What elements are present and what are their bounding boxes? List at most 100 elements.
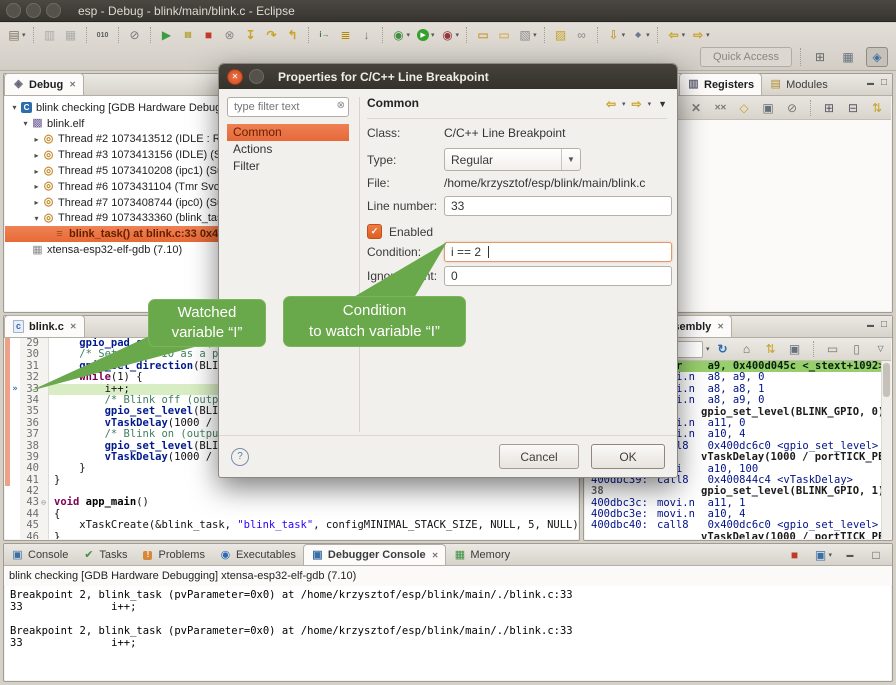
filter-input[interactable]: [227, 97, 349, 117]
scrollbar-thumb[interactable]: [883, 363, 890, 397]
open-perspective-button[interactable]: [810, 48, 830, 66]
location-dropdown-icon[interactable]: ▾: [706, 345, 710, 353]
skip-all-breakpoints-button[interactable]: [125, 26, 145, 44]
link-editor-button[interactable]: [572, 26, 592, 44]
fold-column[interactable]: [39, 384, 49, 395]
fold-column[interactable]: [39, 429, 49, 440]
view-menu-button[interactable]: [871, 340, 891, 358]
console-tab-executables[interactable]: Executables: [212, 545, 303, 565]
line-number-input[interactable]: [444, 196, 672, 216]
fold-column[interactable]: [39, 441, 49, 452]
view-menu-button[interactable]: [891, 99, 896, 117]
window-close-button[interactable]: [6, 3, 21, 18]
fold-marker-icon[interactable]: ⊖: [39, 497, 49, 508]
mark-occurrences-button[interactable]: [551, 26, 571, 44]
window-maximize-button[interactable]: [46, 3, 61, 18]
maximize-icon[interactable]: [881, 78, 887, 88]
minimize-button[interactable]: [840, 546, 860, 564]
ok-button[interactable]: OK: [591, 444, 665, 469]
forward-button[interactable]: ▾: [688, 26, 712, 44]
window-minimize-button[interactable]: [26, 3, 41, 18]
minimize-icon[interactable]: [867, 320, 874, 330]
new-wizard-button[interactable]: ▾: [4, 26, 28, 44]
resume-button[interactable]: [157, 26, 177, 44]
console-tab-debugger-console[interactable]: Debugger Console✕: [303, 544, 447, 565]
step-into-button[interactable]: [241, 26, 261, 44]
debug-tree-row[interactable]: blink_task() at blink.c:33 0x400db: [5, 226, 227, 242]
dialog-nav-actions[interactable]: Actions: [227, 141, 349, 158]
skip-all-breakpoints-button[interactable]: [782, 99, 802, 117]
use-step-filters-button[interactable]: [357, 26, 377, 44]
forward-dropdown-icon[interactable]: ▾: [648, 100, 652, 108]
fold-column[interactable]: [39, 475, 49, 486]
remove-all-button[interactable]: [710, 99, 730, 117]
ignore-count-input[interactable]: [444, 266, 672, 286]
forward-icon[interactable]: [629, 96, 645, 112]
instruction-stepping-button[interactable]: [315, 26, 335, 44]
debug-tree-row[interactable]: xtensa-esp32-elf-gdb (7.10): [5, 242, 227, 258]
help-button[interactable]: ?: [231, 448, 249, 466]
dialog-nav-common[interactable]: Common: [227, 124, 349, 141]
fold-column[interactable]: [39, 486, 49, 497]
tab-registers[interactable]: Registers: [679, 73, 762, 95]
suspend-button[interactable]: [178, 26, 198, 44]
fold-column[interactable]: [39, 532, 49, 539]
type-dropdown[interactable]: Regular ▼: [444, 148, 581, 171]
enabled-checkbox[interactable]: ✓: [367, 224, 382, 239]
fold-column[interactable]: [39, 406, 49, 417]
back-dropdown-icon[interactable]: ▾: [622, 100, 626, 108]
fold-column[interactable]: [39, 463, 49, 474]
debug-tree-row[interactable]: ▸Thread #7 1073408744 (ipc0) (Susp: [5, 195, 227, 211]
scrollbar[interactable]: [881, 361, 891, 539]
goto-file-button[interactable]: [758, 99, 778, 117]
step-return-button[interactable]: [283, 26, 303, 44]
dialog-window-button[interactable]: [249, 69, 264, 84]
tab-debug[interactable]: Debug ✕: [4, 73, 84, 95]
console-tab-problems[interactable]: Problems: [134, 545, 211, 565]
debug-tree-row[interactable]: ▸Thread #2 1073413512 (IDLE : Runn: [5, 132, 227, 148]
quick-access-box[interactable]: Quick Access: [700, 47, 792, 67]
close-icon[interactable]: ✕: [70, 322, 77, 331]
collapse-all-button[interactable]: [843, 99, 863, 117]
dialog-nav-filter[interactable]: Filter: [227, 158, 349, 175]
fold-column[interactable]: [39, 452, 49, 463]
cancel-button[interactable]: Cancel: [499, 444, 579, 469]
link-active-button[interactable]: [761, 340, 781, 358]
clear-filter-icon[interactable]: ⊗: [337, 100, 345, 111]
disconnect-button[interactable]: [220, 26, 240, 44]
debug-tree[interactable]: ▾blink checking [GDB Hardware Debugging]…: [5, 96, 227, 311]
console-tab-memory[interactable]: Memory: [446, 545, 517, 565]
fold-column[interactable]: [39, 395, 49, 406]
maximize-button[interactable]: [866, 546, 886, 564]
fold-column[interactable]: [39, 349, 49, 360]
cpp-perspective-button[interactable]: [838, 48, 858, 66]
save-all-button[interactable]: [61, 26, 81, 44]
home-button[interactable]: [737, 340, 757, 358]
open-resource-button[interactable]: [494, 26, 514, 44]
back-icon[interactable]: [603, 96, 619, 112]
link-with-view-button[interactable]: [867, 99, 887, 117]
display-console-button[interactable]: ▾: [810, 546, 834, 564]
step-over-button[interactable]: [262, 26, 282, 44]
remove-button[interactable]: [686, 99, 706, 117]
console-output[interactable]: Breakpoint 2, blink_task (pvParameter=0x…: [5, 586, 891, 680]
maximize-icon[interactable]: [881, 320, 887, 330]
debug-tree-row[interactable]: ▸Thread #3 1073413156 (IDLE) (Susp: [5, 147, 227, 163]
tab-modules[interactable]: Modules: [762, 74, 835, 95]
debug-tree-row[interactable]: ▾Thread #9 1073433360 (blink_task :: [5, 211, 227, 227]
debug-button[interactable]: ▾: [389, 26, 413, 44]
show-opcodes-button[interactable]: [785, 340, 805, 358]
open-element-button[interactable]: [473, 26, 493, 44]
close-icon[interactable]: ✕: [717, 322, 724, 331]
binary-button[interactable]: [93, 26, 113, 44]
show-breakpoints-button[interactable]: [734, 99, 754, 117]
fold-column[interactable]: [39, 338, 49, 349]
debug-tree-row[interactable]: ▸Thread #6 1073431104 (Tmr Svc) (S: [5, 179, 227, 195]
fold-column[interactable]: [39, 418, 49, 429]
close-icon[interactable]: ✕: [432, 551, 439, 560]
profile-button[interactable]: ▾: [438, 26, 462, 44]
close-icon[interactable]: ✕: [69, 80, 76, 89]
fold-column[interactable]: [39, 372, 49, 383]
minimize-icon[interactable]: [867, 78, 874, 88]
last-edit-button[interactable]: ▾: [604, 26, 628, 44]
